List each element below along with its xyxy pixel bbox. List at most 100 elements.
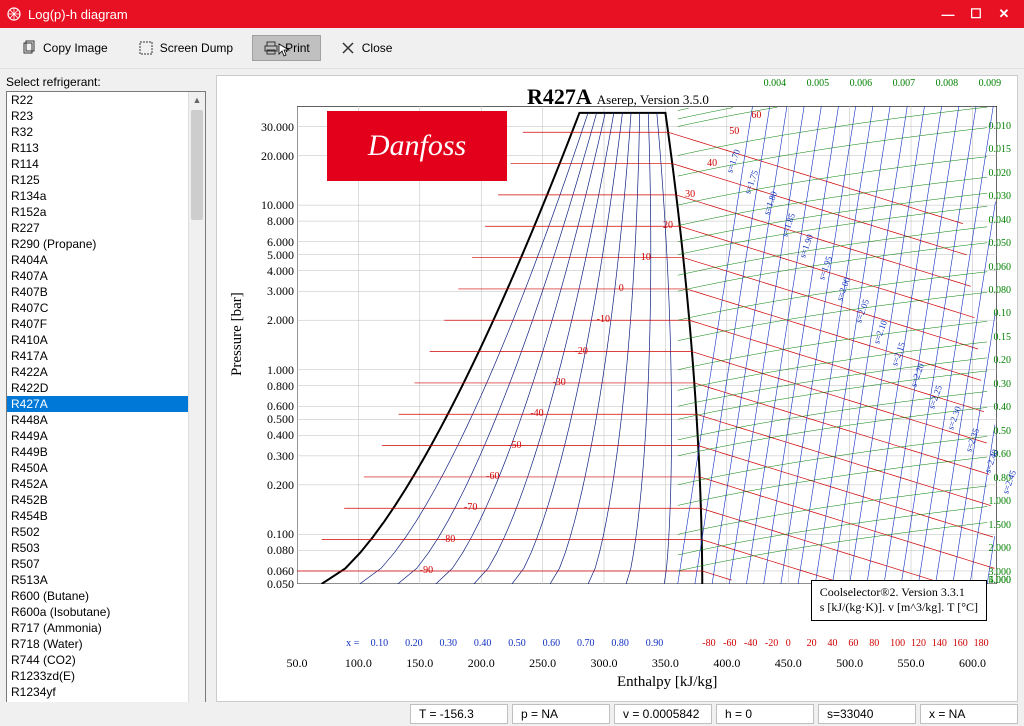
list-item[interactable]: R422A bbox=[7, 364, 188, 380]
list-item[interactable]: R125 bbox=[7, 172, 188, 188]
titlebar: Log(p)-h diagram ― ☐ ✕ bbox=[0, 0, 1024, 28]
isotherm-tick: 20 bbox=[807, 638, 817, 649]
quality-tick: 0.20 bbox=[405, 638, 423, 649]
volume-label: 0.015 bbox=[989, 144, 1012, 155]
list-item[interactable]: R449B bbox=[7, 444, 188, 460]
list-item[interactable]: R452A bbox=[7, 476, 188, 492]
list-item[interactable]: R1233zd(E) bbox=[7, 668, 188, 684]
isotherm-tick: 180 bbox=[974, 638, 989, 649]
dome-temp-label: -40 bbox=[530, 408, 543, 419]
x-tick: 300.0 bbox=[584, 656, 624, 671]
list-item[interactable]: R600 (Butane) bbox=[7, 588, 188, 604]
volume-label: 0.040 bbox=[989, 215, 1012, 226]
list-item[interactable]: R717 (Ammonia) bbox=[7, 620, 188, 636]
isotherm-tick: 40 bbox=[828, 638, 838, 649]
x-tick: 500.0 bbox=[830, 656, 870, 671]
volume-label: 0.30 bbox=[994, 379, 1012, 390]
copy-image-button[interactable]: Copy Image bbox=[10, 35, 119, 61]
list-item[interactable]: R513A bbox=[7, 572, 188, 588]
y-axis-label: Pressure [bar] bbox=[229, 292, 246, 376]
list-item[interactable]: R744 (CO2) bbox=[7, 652, 188, 668]
y-tick: 20.000 bbox=[252, 149, 294, 164]
list-item[interactable]: R454B bbox=[7, 508, 188, 524]
y-tick: 8.000 bbox=[252, 214, 294, 229]
dome-temp-label: -50 bbox=[508, 440, 521, 451]
list-item[interactable]: R422D bbox=[7, 380, 188, 396]
list-item[interactable]: R152a bbox=[7, 204, 188, 220]
dome-temp-label: -20 bbox=[575, 346, 588, 357]
list-item[interactable]: R502 bbox=[7, 524, 188, 540]
volume-label: 0.030 bbox=[989, 191, 1012, 202]
status-v: v = 0.0005842 bbox=[614, 704, 712, 724]
y-tick: 0.400 bbox=[252, 428, 294, 443]
volume-label: 1.000 bbox=[989, 496, 1012, 507]
close-window-button[interactable]: ✕ bbox=[990, 6, 1018, 22]
refrigerant-label: Select refrigerant: bbox=[6, 75, 206, 89]
print-button[interactable]: Print bbox=[252, 35, 321, 61]
list-item[interactable]: R507 bbox=[7, 556, 188, 572]
list-item[interactable]: R450A bbox=[7, 460, 188, 476]
scroll-thumb[interactable] bbox=[191, 110, 203, 220]
y-tick: 0.600 bbox=[252, 399, 294, 414]
list-item[interactable]: R410A bbox=[7, 332, 188, 348]
scroll-up-icon[interactable]: ▲ bbox=[189, 92, 205, 108]
y-tick: 1.000 bbox=[252, 363, 294, 378]
list-item[interactable]: R407F bbox=[7, 316, 188, 332]
sidebar: Select refrigerant: R22R23R32R113R114R12… bbox=[0, 69, 210, 702]
x-tick: 150.0 bbox=[400, 656, 440, 671]
list-item[interactable]: R134a bbox=[7, 188, 188, 204]
scrollbar[interactable]: ▲ ▼ bbox=[188, 92, 205, 702]
list-item[interactable]: R114 bbox=[7, 156, 188, 172]
volume-label: 0.050 bbox=[989, 238, 1012, 249]
list-item[interactable]: R600a (Isobutane) bbox=[7, 604, 188, 620]
quality-tick: 0.80 bbox=[611, 638, 629, 649]
status-h: h = 0 bbox=[716, 704, 814, 724]
volume-label-top: 0.006 bbox=[850, 78, 873, 89]
x-tick: 550.0 bbox=[891, 656, 931, 671]
x-tick: 600.0 bbox=[952, 656, 992, 671]
list-item[interactable]: R417A bbox=[7, 348, 188, 364]
list-item[interactable]: R23 bbox=[7, 108, 188, 124]
list-item[interactable]: R227 bbox=[7, 220, 188, 236]
isotherm-tick: 100 bbox=[890, 638, 905, 649]
y-tick: 30.000 bbox=[252, 120, 294, 135]
maximize-button[interactable]: ☐ bbox=[962, 6, 990, 22]
x-tick: 200.0 bbox=[461, 656, 501, 671]
minimize-button[interactable]: ― bbox=[934, 7, 962, 22]
list-item[interactable]: R407C bbox=[7, 300, 188, 316]
list-item[interactable]: R449A bbox=[7, 428, 188, 444]
list-item[interactable]: R32 bbox=[7, 124, 188, 140]
volume-label: 0.10 bbox=[994, 308, 1012, 319]
y-tick: 0.500 bbox=[252, 412, 294, 427]
volume-label: 5.000 bbox=[989, 575, 1012, 586]
volume-label: 0.50 bbox=[994, 426, 1012, 437]
x-axis-label: Enthalpy [kJ/kg] bbox=[617, 674, 717, 691]
dome-temp-label: 50 bbox=[729, 126, 739, 137]
x-tick: 450.0 bbox=[768, 656, 808, 671]
quality-tick: 0.70 bbox=[577, 638, 595, 649]
close-button[interactable]: Close bbox=[329, 35, 404, 61]
list-item[interactable]: R448A bbox=[7, 412, 188, 428]
scroll-down-icon[interactable]: ▼ bbox=[189, 700, 205, 702]
list-item[interactable]: R1234ze(E) bbox=[7, 700, 188, 702]
list-item[interactable]: R290 (Propane) bbox=[7, 236, 188, 252]
y-tick: 5.000 bbox=[252, 248, 294, 263]
quality-tick: 0.50 bbox=[508, 638, 526, 649]
screen-dump-button[interactable]: Screen Dump bbox=[127, 35, 244, 61]
list-item[interactable]: R1234yf bbox=[7, 684, 188, 700]
refrigerant-list[interactable]: R22R23R32R113R114R125R134aR152aR227R290 … bbox=[7, 92, 188, 702]
list-item[interactable]: R503 bbox=[7, 540, 188, 556]
list-item[interactable]: R452B bbox=[7, 492, 188, 508]
isotherm-tick: -60 bbox=[723, 638, 736, 649]
list-item[interactable]: R407A bbox=[7, 268, 188, 284]
status-s: s=33040 bbox=[818, 704, 916, 724]
list-item[interactable]: R22 bbox=[7, 92, 188, 108]
list-item[interactable]: R407B bbox=[7, 284, 188, 300]
volume-label-top: 0.007 bbox=[893, 78, 916, 89]
list-item[interactable]: R718 (Water) bbox=[7, 636, 188, 652]
list-item[interactable]: R113 bbox=[7, 140, 188, 156]
list-item[interactable]: R404A bbox=[7, 252, 188, 268]
dome-temp-label: -30 bbox=[552, 377, 565, 388]
list-item[interactable]: R427A bbox=[7, 396, 188, 412]
dome-temp-label: -70 bbox=[464, 502, 477, 513]
